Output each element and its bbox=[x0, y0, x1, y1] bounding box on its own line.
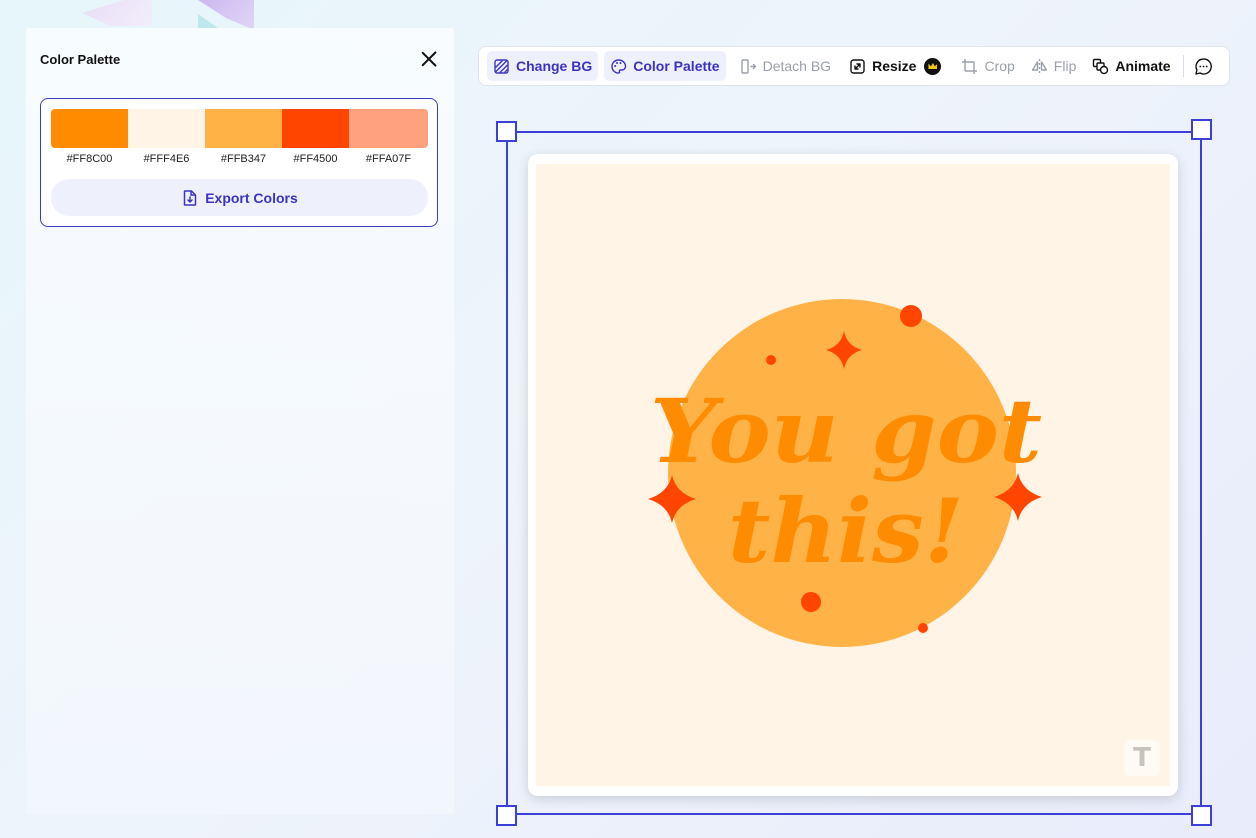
art-dot bbox=[801, 592, 821, 612]
export-colors-button[interactable]: Export Colors bbox=[51, 179, 428, 216]
resize-handle-bottom-left[interactable] bbox=[496, 805, 517, 826]
flip-label: Flip bbox=[1053, 58, 1077, 74]
art-dot bbox=[900, 305, 922, 327]
resize-handle-top-right[interactable] bbox=[1191, 119, 1212, 140]
file-download-icon bbox=[183, 189, 197, 206]
export-colors-label: Export Colors bbox=[205, 189, 298, 206]
change-bg-label: Change BG bbox=[516, 58, 593, 74]
detach-icon bbox=[740, 58, 757, 74]
crown-icon bbox=[924, 57, 942, 75]
hex-label: #FF8C00 bbox=[66, 153, 113, 165]
color-swatch[interactable] bbox=[205, 109, 282, 148]
color-swatch[interactable] bbox=[349, 109, 428, 148]
background-decoration bbox=[82, 0, 152, 26]
color-palette-label: Color Palette bbox=[633, 58, 720, 74]
hex-label: #FFB347 bbox=[220, 153, 267, 165]
art-dot bbox=[918, 623, 928, 633]
flip-icon bbox=[1031, 58, 1047, 74]
comment-icon bbox=[1194, 57, 1212, 75]
comment-button[interactable] bbox=[1190, 51, 1217, 81]
artwork: You got this! T bbox=[536, 164, 1170, 786]
art-text-line1: You got bbox=[650, 379, 1042, 483]
color-swatch[interactable] bbox=[128, 109, 205, 148]
animate-icon bbox=[1093, 58, 1109, 74]
panel-title: Color Palette bbox=[40, 52, 121, 67]
close-icon[interactable] bbox=[418, 48, 440, 70]
palette-card: #FF8C00 #FFF4E6 #FFB347 #FF4500 #FFA07F … bbox=[40, 98, 438, 227]
swatch-row bbox=[51, 109, 428, 148]
detach-bg-label: Detach BG bbox=[762, 58, 832, 74]
resize-handle-bottom-right[interactable] bbox=[1191, 805, 1212, 826]
detach-bg-button[interactable]: Detach BG bbox=[734, 51, 837, 81]
crop-icon bbox=[962, 58, 978, 74]
art-dot bbox=[766, 355, 776, 365]
resize-label: Resize bbox=[872, 58, 917, 74]
image-toolbar: Change BG Color Palette Detach BG Resize… bbox=[478, 46, 1230, 86]
hex-label: #FFF4E6 bbox=[143, 153, 190, 165]
resize-handle-top-left[interactable] bbox=[496, 121, 517, 142]
color-swatch[interactable] bbox=[51, 109, 128, 148]
image-card[interactable]: You got this! T bbox=[528, 154, 1178, 796]
animate-button[interactable]: Animate bbox=[1086, 51, 1176, 81]
flip-button[interactable]: Flip bbox=[1025, 51, 1083, 81]
color-palette-button[interactable]: Color Palette bbox=[604, 51, 726, 81]
hex-label: #FFA07F bbox=[365, 153, 412, 165]
palette-icon bbox=[611, 58, 627, 74]
crop-button[interactable]: Crop bbox=[955, 51, 1020, 81]
hex-labels: #FF8C00 #FFF4E6 #FFB347 #FF4500 #FFA07F bbox=[51, 153, 428, 165]
color-swatch[interactable] bbox=[282, 109, 349, 148]
hex-label: #FF4500 bbox=[293, 153, 338, 165]
hatch-icon bbox=[494, 58, 509, 74]
artwork-graphic: You got this! bbox=[648, 299, 1042, 647]
change-bg-button[interactable]: Change BG bbox=[487, 51, 599, 81]
crop-label: Crop bbox=[984, 58, 1015, 74]
color-palette-panel: Color Palette #FF8C00 #FFF4E6 #FFB347 #F… bbox=[26, 28, 454, 814]
resize-icon bbox=[850, 58, 865, 74]
toolbar-divider bbox=[1182, 55, 1184, 77]
resize-button[interactable]: Resize bbox=[843, 51, 947, 81]
watermark-logo: T bbox=[1124, 740, 1160, 776]
art-text-line2: this! bbox=[728, 479, 964, 583]
background-decoration bbox=[198, 14, 218, 28]
animate-label: Animate bbox=[1115, 58, 1171, 74]
